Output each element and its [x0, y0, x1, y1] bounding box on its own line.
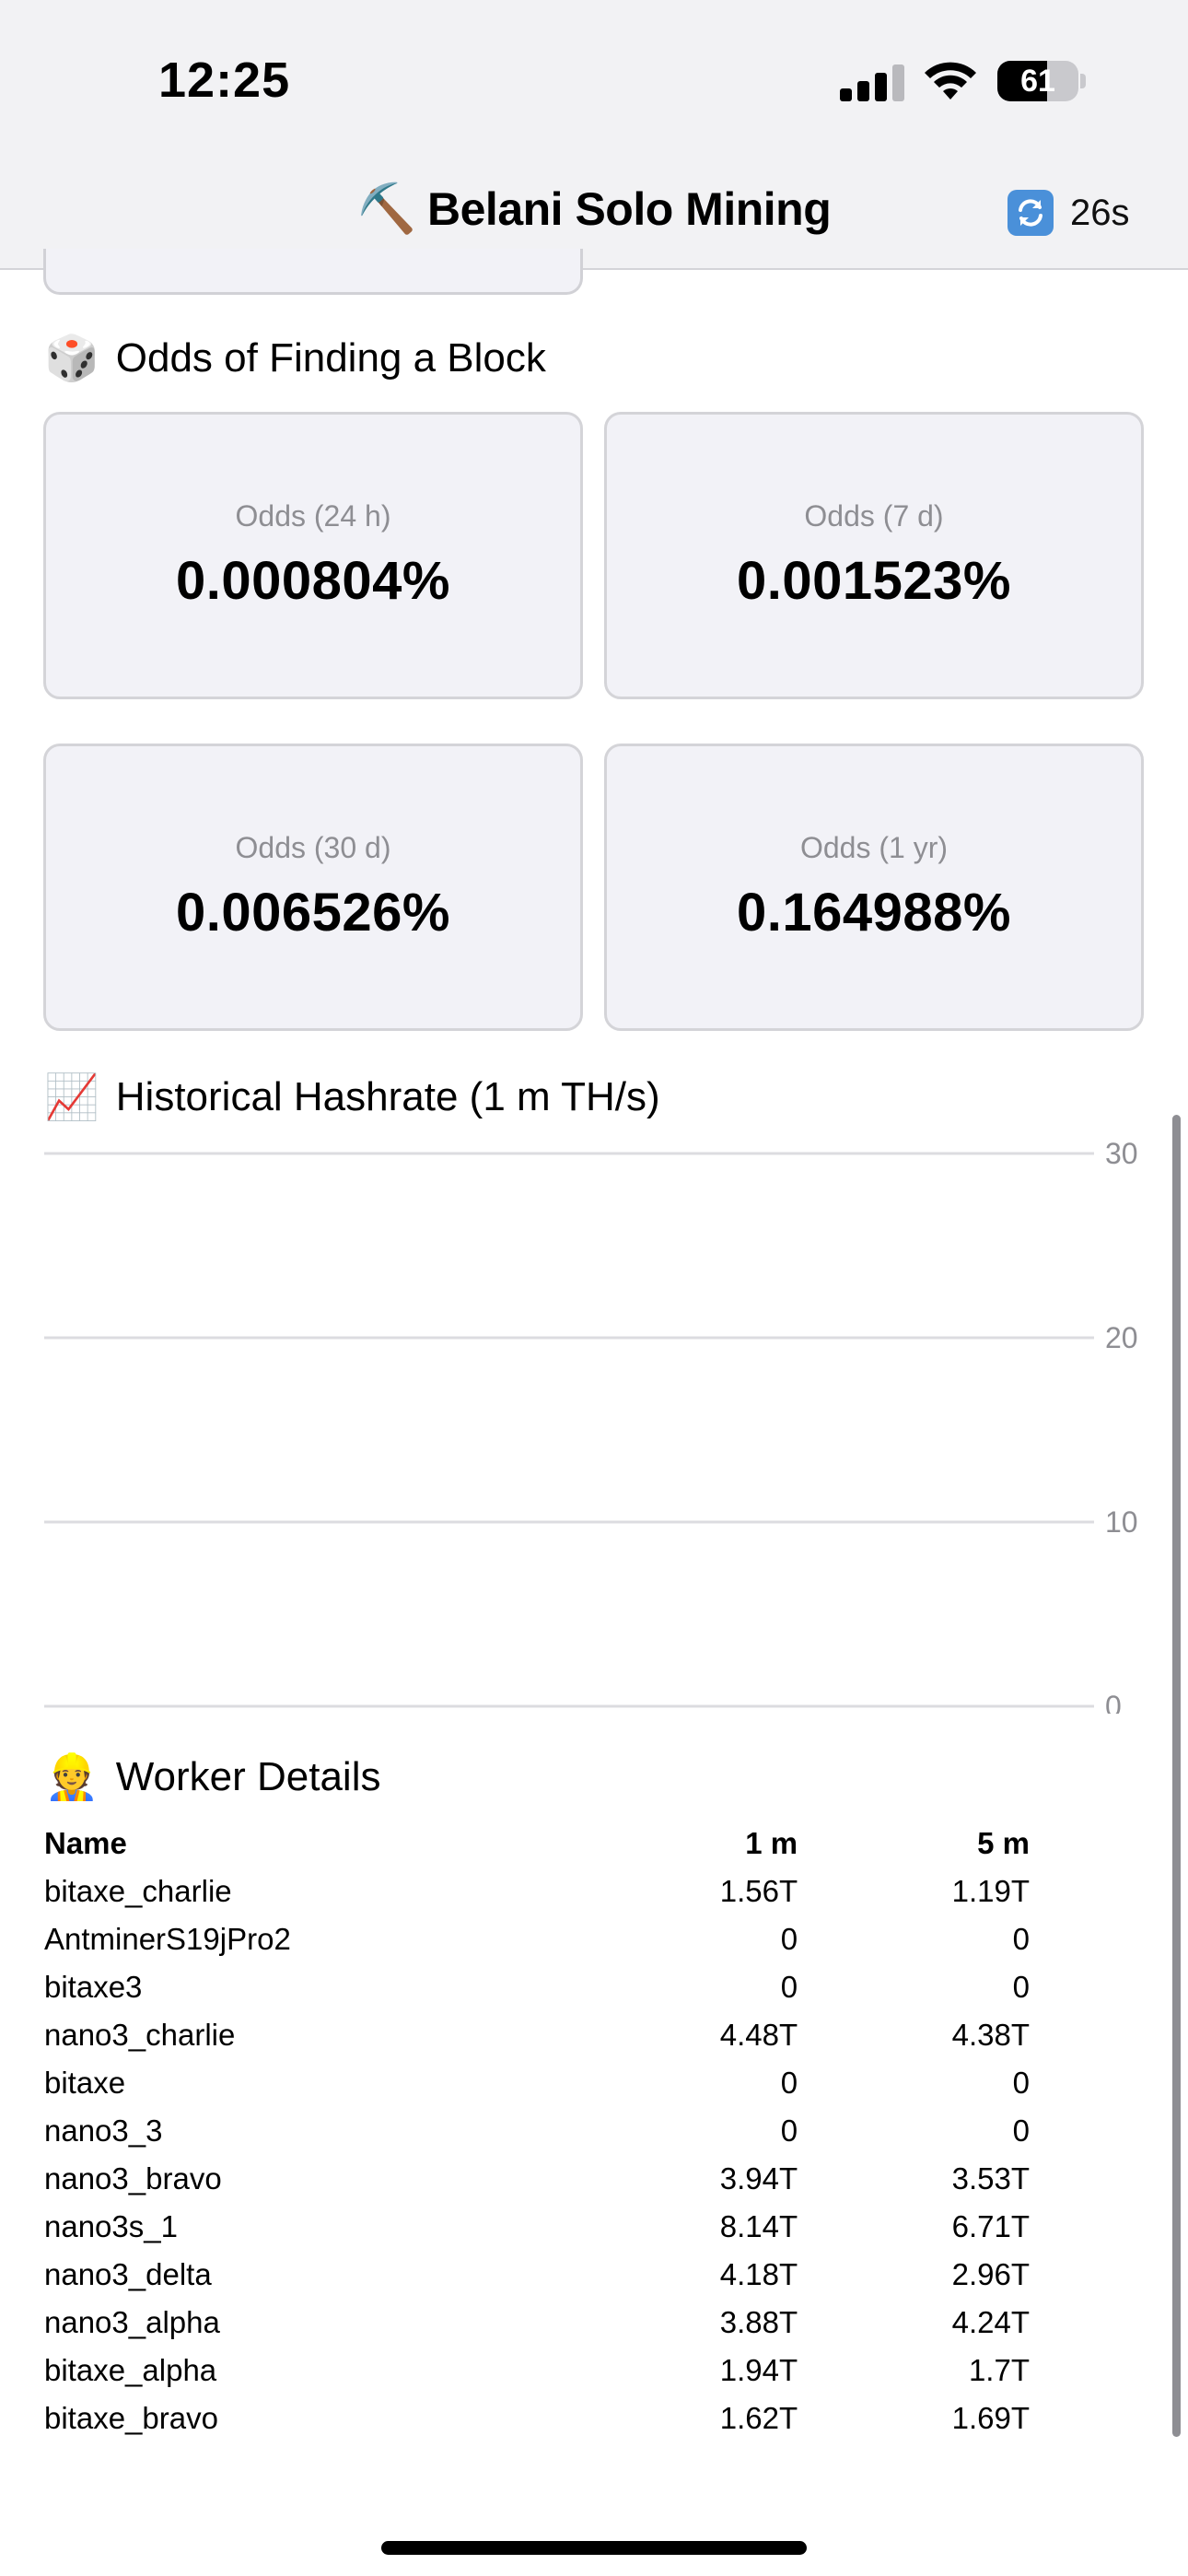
- y-tick-label: 30: [1105, 1137, 1138, 1170]
- worker-hashrate-5m: 1.19T: [951, 1874, 1030, 1908]
- worker-hashrate-5m: 6.71T: [951, 2209, 1030, 2243]
- battery-nub: [1080, 74, 1086, 88]
- worker-name: nano3_bravo: [44, 2161, 222, 2195]
- worker-hashrate-1m: 1.62T: [719, 2401, 798, 2435]
- column-header-name[interactable]: Name: [44, 1820, 577, 1868]
- worker-hashrate-1m: 0: [780, 1922, 798, 1956]
- battery-icon: 61: [997, 61, 1078, 101]
- worker-hashrate-5m: 2.96T: [951, 2257, 1030, 2291]
- odds-card-label: Odds (1 yr): [799, 831, 949, 864]
- refresh-icon[interactable]: [1007, 190, 1054, 236]
- worker-hashrate-5m: 0: [1012, 1970, 1030, 2004]
- worker-name: bitaxe: [44, 2066, 126, 2100]
- worker-hashrate-1m: 1.56T: [719, 1874, 798, 1908]
- odds-card-label: Odds (24 h): [235, 499, 391, 533]
- table-row: AntminerS19jPro2 0 0: [44, 1915, 1030, 1963]
- odds-section-title: Odds of Finding a Block: [115, 334, 546, 381]
- chart-increasing-icon: 📈: [44, 1073, 99, 1122]
- worker-hashrate-1m: 0: [780, 2113, 798, 2148]
- worker-name: nano3_delta: [44, 2257, 212, 2291]
- odds-card-value: 0.000804%: [176, 551, 450, 611]
- y-tick-label: 0: [1105, 1690, 1122, 1714]
- worker-hashrate-1m: 3.94T: [719, 2161, 798, 2195]
- worker-name: nano3_3: [44, 2113, 163, 2148]
- worker-name: bitaxe_charlie: [44, 1874, 232, 1908]
- workers-section-title: Worker Details: [115, 1753, 381, 1799]
- table-row: bitaxe_alpha 1.94T 1.7T: [44, 2347, 1030, 2395]
- workers-section-heading: 👷 Worker Details: [44, 1751, 380, 1803]
- worker-hashrate-1m: 4.48T: [719, 2018, 798, 2052]
- app-title: Belani Solo Mining: [427, 183, 832, 235]
- battery-level: 61: [1020, 64, 1055, 99]
- table-row: bitaxe_bravo 1.62T 1.69T: [44, 2395, 1030, 2442]
- worker-hashrate-1m: 1.94T: [719, 2353, 798, 2387]
- column-header-5m[interactable]: 5 m: [798, 1820, 1030, 1868]
- worker-hashrate-5m: 0: [1012, 2066, 1030, 2100]
- worker-hashrate-5m: 1.7T: [968, 2353, 1030, 2387]
- worker-hashrate-1m: 3.88T: [719, 2305, 798, 2339]
- cellular-signal-icon: [840, 64, 904, 101]
- odds-card-7d: Odds (7 d) 0.001523%: [604, 412, 1144, 699]
- odds-card-30d: Odds (30 d) 0.006526%: [43, 744, 583, 1031]
- table-row: nano3_delta 4.18T 2.96T: [44, 2251, 1030, 2299]
- hashrate-section-heading: 📈 Historical Hashrate (1 m TH/s): [44, 1071, 660, 1123]
- table-row: nano3_alpha 3.88T 4.24T: [44, 2299, 1030, 2347]
- dice-icon: 🎲: [44, 334, 99, 383]
- scrollbar[interactable]: [1172, 1115, 1181, 2437]
- construction-worker-icon: 👷: [44, 1753, 99, 1802]
- status-bar: 12:25 61: [0, 0, 1188, 161]
- worker-hashrate-5m: 1.69T: [951, 2401, 1030, 2435]
- table-row: nano3s_1 8.14T 6.71T: [44, 2203, 1030, 2251]
- worker-hashrate-5m: 3.53T: [951, 2161, 1030, 2195]
- previous-stat-card: [43, 249, 583, 295]
- odds-card-value: 0.006526%: [176, 883, 450, 943]
- odds-card-label: Odds (7 d): [804, 499, 944, 533]
- refresh-countdown: 26s: [1070, 192, 1130, 233]
- y-tick-label: 20: [1105, 1321, 1138, 1354]
- worker-hashrate-5m: 4.24T: [951, 2305, 1030, 2339]
- worker-hashrate-5m: 4.38T: [951, 2018, 1030, 2052]
- worker-hashrate-1m: 0: [780, 1970, 798, 2004]
- worker-name: AntminerS19jPro2: [44, 1922, 291, 1956]
- home-indicator[interactable]: [381, 2541, 807, 2555]
- table-header-row: Name 1 m 5 m: [44, 1820, 1030, 1868]
- table-row: bitaxe3 0 0: [44, 1963, 1030, 2011]
- odds-card-1yr: Odds (1 yr) 0.164988%: [604, 744, 1144, 1031]
- worker-name: bitaxe_bravo: [44, 2401, 218, 2435]
- table-row: nano3_charlie 4.48T 4.38T: [44, 2011, 1030, 2059]
- worker-hashrate-1m: 0: [780, 2066, 798, 2100]
- table-row: nano3_bravo 3.94T 3.53T: [44, 2155, 1030, 2203]
- odds-card-label: Odds (30 d): [235, 831, 391, 864]
- worker-name: nano3s_1: [44, 2209, 178, 2243]
- worker-hashrate-1m: 4.18T: [719, 2257, 798, 2291]
- table-row: bitaxe 0 0: [44, 2059, 1030, 2107]
- pick-icon: ⛏️: [356, 182, 417, 236]
- odds-card-value: 0.164988%: [737, 883, 1011, 943]
- hashrate-chart: 0 10 20 30: [44, 1137, 1138, 1714]
- hashrate-section-title: Historical Hashrate (1 m TH/s): [115, 1073, 660, 1119]
- refresh-control[interactable]: 26s: [1007, 189, 1130, 237]
- worker-table: Name 1 m 5 m bitaxe_charlie 1.56T 1.19T Ant…: [44, 1820, 1030, 2442]
- worker-hashrate-5m: 0: [1012, 2113, 1030, 2148]
- column-header-1m[interactable]: 1 m: [577, 1820, 798, 1868]
- table-row: bitaxe_charlie 1.56T 1.19T: [44, 1868, 1030, 1915]
- worker-name: nano3_alpha: [44, 2305, 220, 2339]
- worker-hashrate-5m: 0: [1012, 1922, 1030, 1956]
- wifi-icon: [925, 62, 976, 100]
- odds-card-24h: Odds (24 h) 0.000804%: [43, 412, 583, 699]
- odds-card-value: 0.001523%: [737, 551, 1011, 611]
- worker-name: bitaxe3: [44, 1970, 143, 2004]
- table-row: nano3_3 0 0: [44, 2107, 1030, 2155]
- worker-name: nano3_charlie: [44, 2018, 236, 2052]
- odds-section-heading: 🎲 Odds of Finding a Block: [44, 332, 546, 384]
- worker-hashrate-1m: 8.14T: [719, 2209, 798, 2243]
- worker-name: bitaxe_alpha: [44, 2353, 217, 2387]
- y-tick-label: 10: [1105, 1505, 1138, 1539]
- status-time: 12:25: [158, 53, 291, 108]
